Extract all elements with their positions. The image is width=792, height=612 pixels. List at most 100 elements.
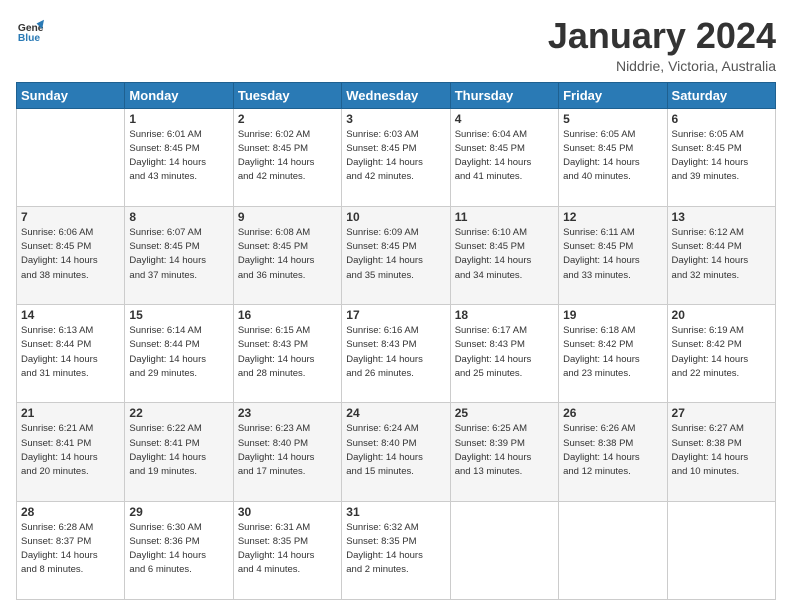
logo-icon: General Blue bbox=[16, 16, 44, 44]
header-wednesday: Wednesday bbox=[342, 82, 450, 108]
day-info: Sunrise: 6:19 AMSunset: 8:42 PMDaylight:… bbox=[672, 324, 771, 381]
day-info-line: Sunset: 8:45 PM bbox=[238, 142, 337, 156]
table-row: 11Sunrise: 6:10 AMSunset: 8:45 PMDayligh… bbox=[450, 206, 558, 304]
table-row: 15 Sunrise: 6:14 AMSunset: 8:44 PMDayligh… bbox=[125, 305, 233, 403]
table-row bbox=[559, 501, 667, 599]
day-info-line: and 6 minutes. bbox=[129, 563, 228, 577]
day-info-line: Daylight: 14 hours bbox=[563, 353, 662, 367]
day-info-line: Daylight: 14 hours bbox=[455, 156, 554, 170]
table-row: 2Sunrise: 6:02 AMSunset: 8:45 PMDaylight… bbox=[233, 108, 341, 206]
day-info-line: and 25 minutes. bbox=[455, 367, 554, 381]
day-info-line: Daylight: 14 hours bbox=[455, 254, 554, 268]
day-info: Sunrise: 6:15 AMSunset: 8:43 PMDaylight:… bbox=[238, 324, 337, 381]
day-info: Sunrise: 6:07 AMSunset: 8:45 PMDaylight:… bbox=[129, 226, 228, 283]
day-number: 10 bbox=[346, 210, 445, 224]
day-info: Sunrise: 6:01 AMSunset: 8:45 PMDaylight:… bbox=[129, 128, 228, 185]
day-info-line: Sunset: 8:45 PM bbox=[129, 142, 228, 156]
day-info-line: and 38 minutes. bbox=[21, 269, 120, 283]
table-row bbox=[17, 108, 125, 206]
day-info-line: Sunrise: 6:19 AM bbox=[672, 324, 771, 338]
day-info-line: Sunset: 8:42 PM bbox=[563, 338, 662, 352]
day-info-line: Daylight: 14 hours bbox=[21, 549, 120, 563]
table-row: 7Sunrise: 6:06 AMSunset: 8:45 PMDaylight… bbox=[17, 206, 125, 304]
day-info-line: and 22 minutes. bbox=[672, 367, 771, 381]
day-number: 20 bbox=[672, 308, 771, 322]
header-thursday: Thursday bbox=[450, 82, 558, 108]
day-info-line: Sunset: 8:45 PM bbox=[563, 240, 662, 254]
day-info-line: Sunset: 8:43 PM bbox=[238, 338, 337, 352]
table-row: 10 Sunrise: 6:09 AMSunset: 8:45 PMDayligh… bbox=[342, 206, 450, 304]
day-info-line: Sunset: 8:41 PM bbox=[21, 437, 120, 451]
day-info-line: Sunset: 8:43 PM bbox=[455, 338, 554, 352]
header-sunday: Sunday bbox=[17, 82, 125, 108]
day-number: 9 bbox=[238, 210, 337, 224]
day-info-line: and 12 minutes. bbox=[563, 465, 662, 479]
day-info-line: Sunrise: 6:17 AM bbox=[455, 324, 554, 338]
day-info-line: Daylight: 14 hours bbox=[672, 156, 771, 170]
day-info-line: Sunset: 8:36 PM bbox=[129, 535, 228, 549]
day-info-line: Sunrise: 6:10 AM bbox=[455, 226, 554, 240]
day-info-line: and 19 minutes. bbox=[129, 465, 228, 479]
calendar-table: Sunday Monday Tuesday Wednesday Thursday… bbox=[16, 82, 776, 600]
day-info-line: Daylight: 14 hours bbox=[672, 254, 771, 268]
day-info-line: Sunrise: 6:22 AM bbox=[129, 422, 228, 436]
day-info-line: Daylight: 14 hours bbox=[129, 353, 228, 367]
calendar-week-row: 14Sunrise: 6:13 AMSunset: 8:44 PMDayligh… bbox=[17, 305, 776, 403]
day-info: Sunrise: 6:17 AMSunset: 8:43 PMDaylight:… bbox=[455, 324, 554, 381]
header: General Blue January 2024 Niddrie, Victo… bbox=[16, 16, 776, 74]
day-info-line: Sunrise: 6:09 AM bbox=[346, 226, 445, 240]
day-info: Sunrise: 6:03 AMSunset: 8:45 PMDaylight:… bbox=[346, 128, 445, 185]
day-info-line: Sunrise: 6:31 AM bbox=[238, 521, 337, 535]
table-row: 29Sunrise: 6:30 AMSunset: 8:36 PMDayligh… bbox=[125, 501, 233, 599]
day-number: 28 bbox=[21, 505, 120, 519]
day-info: Sunrise: 6:18 AMSunset: 8:42 PMDaylight:… bbox=[563, 324, 662, 381]
day-info-line: Daylight: 14 hours bbox=[346, 451, 445, 465]
table-row bbox=[450, 501, 558, 599]
day-info-line: Daylight: 14 hours bbox=[21, 451, 120, 465]
day-info-line: Daylight: 14 hours bbox=[563, 451, 662, 465]
day-number: 7 bbox=[21, 210, 120, 224]
day-info: Sunrise: 6:14 AMSunset: 8:44 PMDaylight:… bbox=[129, 324, 228, 381]
day-info-line: Daylight: 14 hours bbox=[346, 254, 445, 268]
day-info-line: Daylight: 14 hours bbox=[21, 353, 120, 367]
header-monday: Monday bbox=[125, 82, 233, 108]
day-info-line: and 17 minutes. bbox=[238, 465, 337, 479]
day-info-line: and 4 minutes. bbox=[238, 563, 337, 577]
day-info-line: Sunset: 8:45 PM bbox=[672, 142, 771, 156]
day-number: 8 bbox=[129, 210, 228, 224]
day-info-line: Sunrise: 6:25 AM bbox=[455, 422, 554, 436]
day-info-line: Sunrise: 6:03 AM bbox=[346, 128, 445, 142]
table-row: 28Sunrise: 6:28 AMSunset: 8:37 PMDayligh… bbox=[17, 501, 125, 599]
month-title: January 2024 bbox=[548, 16, 776, 56]
day-number: 30 bbox=[238, 505, 337, 519]
day-info: Sunrise: 6:27 AMSunset: 8:38 PMDaylight:… bbox=[672, 422, 771, 479]
table-row: 30Sunrise: 6:31 AMSunset: 8:35 PMDayligh… bbox=[233, 501, 341, 599]
day-number: 24 bbox=[346, 406, 445, 420]
day-info-line: Daylight: 14 hours bbox=[129, 254, 228, 268]
calendar-week-row: 7 Sunrise: 6:06 AM Sunset: 8:45 PM Daylight… bbox=[17, 206, 776, 304]
table-row: 14Sunrise: 6:13 AMSunset: 8:44 PMDayligh… bbox=[17, 305, 125, 403]
table-row: 31Sunrise: 6:32 AMSunset: 8:35 PMDayligh… bbox=[342, 501, 450, 599]
day-number: 3 bbox=[346, 112, 445, 126]
day-info-line: Sunset: 8:44 PM bbox=[129, 338, 228, 352]
day-info-line: and 31 minutes. bbox=[21, 367, 120, 381]
day-info-line: Sunrise: 6:21 AM bbox=[21, 422, 120, 436]
day-info-line: and 37 minutes. bbox=[129, 269, 228, 283]
day-info-line: Sunset: 8:35 PM bbox=[238, 535, 337, 549]
table-row bbox=[667, 501, 775, 599]
day-number: 5 bbox=[563, 112, 662, 126]
day-info-line: and 2 minutes. bbox=[346, 563, 445, 577]
day-info: Sunrise: 6:16 AMSunset: 8:43 PMDaylight:… bbox=[346, 324, 445, 381]
day-number: 15 bbox=[129, 308, 228, 322]
day-info: Sunrise: 6:09 AMSunset: 8:45 PMDaylight:… bbox=[346, 226, 445, 283]
day-info-line: Sunrise: 6:04 AM bbox=[455, 128, 554, 142]
day-info-line: Sunrise: 6:06 AM bbox=[21, 226, 120, 240]
day-info-line: and 15 minutes. bbox=[346, 465, 445, 479]
day-info-line: and 8 minutes. bbox=[21, 563, 120, 577]
day-info-line: Daylight: 14 hours bbox=[346, 156, 445, 170]
day-info-line: Sunset: 8:40 PM bbox=[238, 437, 337, 451]
day-number: 14 bbox=[21, 308, 120, 322]
table-row: 23Sunrise: 6:23 AMSunset: 8:40 PMDayligh… bbox=[233, 403, 341, 501]
day-info-line: Sunset: 8:45 PM bbox=[346, 142, 445, 156]
day-info-line: Daylight: 14 hours bbox=[238, 353, 337, 367]
